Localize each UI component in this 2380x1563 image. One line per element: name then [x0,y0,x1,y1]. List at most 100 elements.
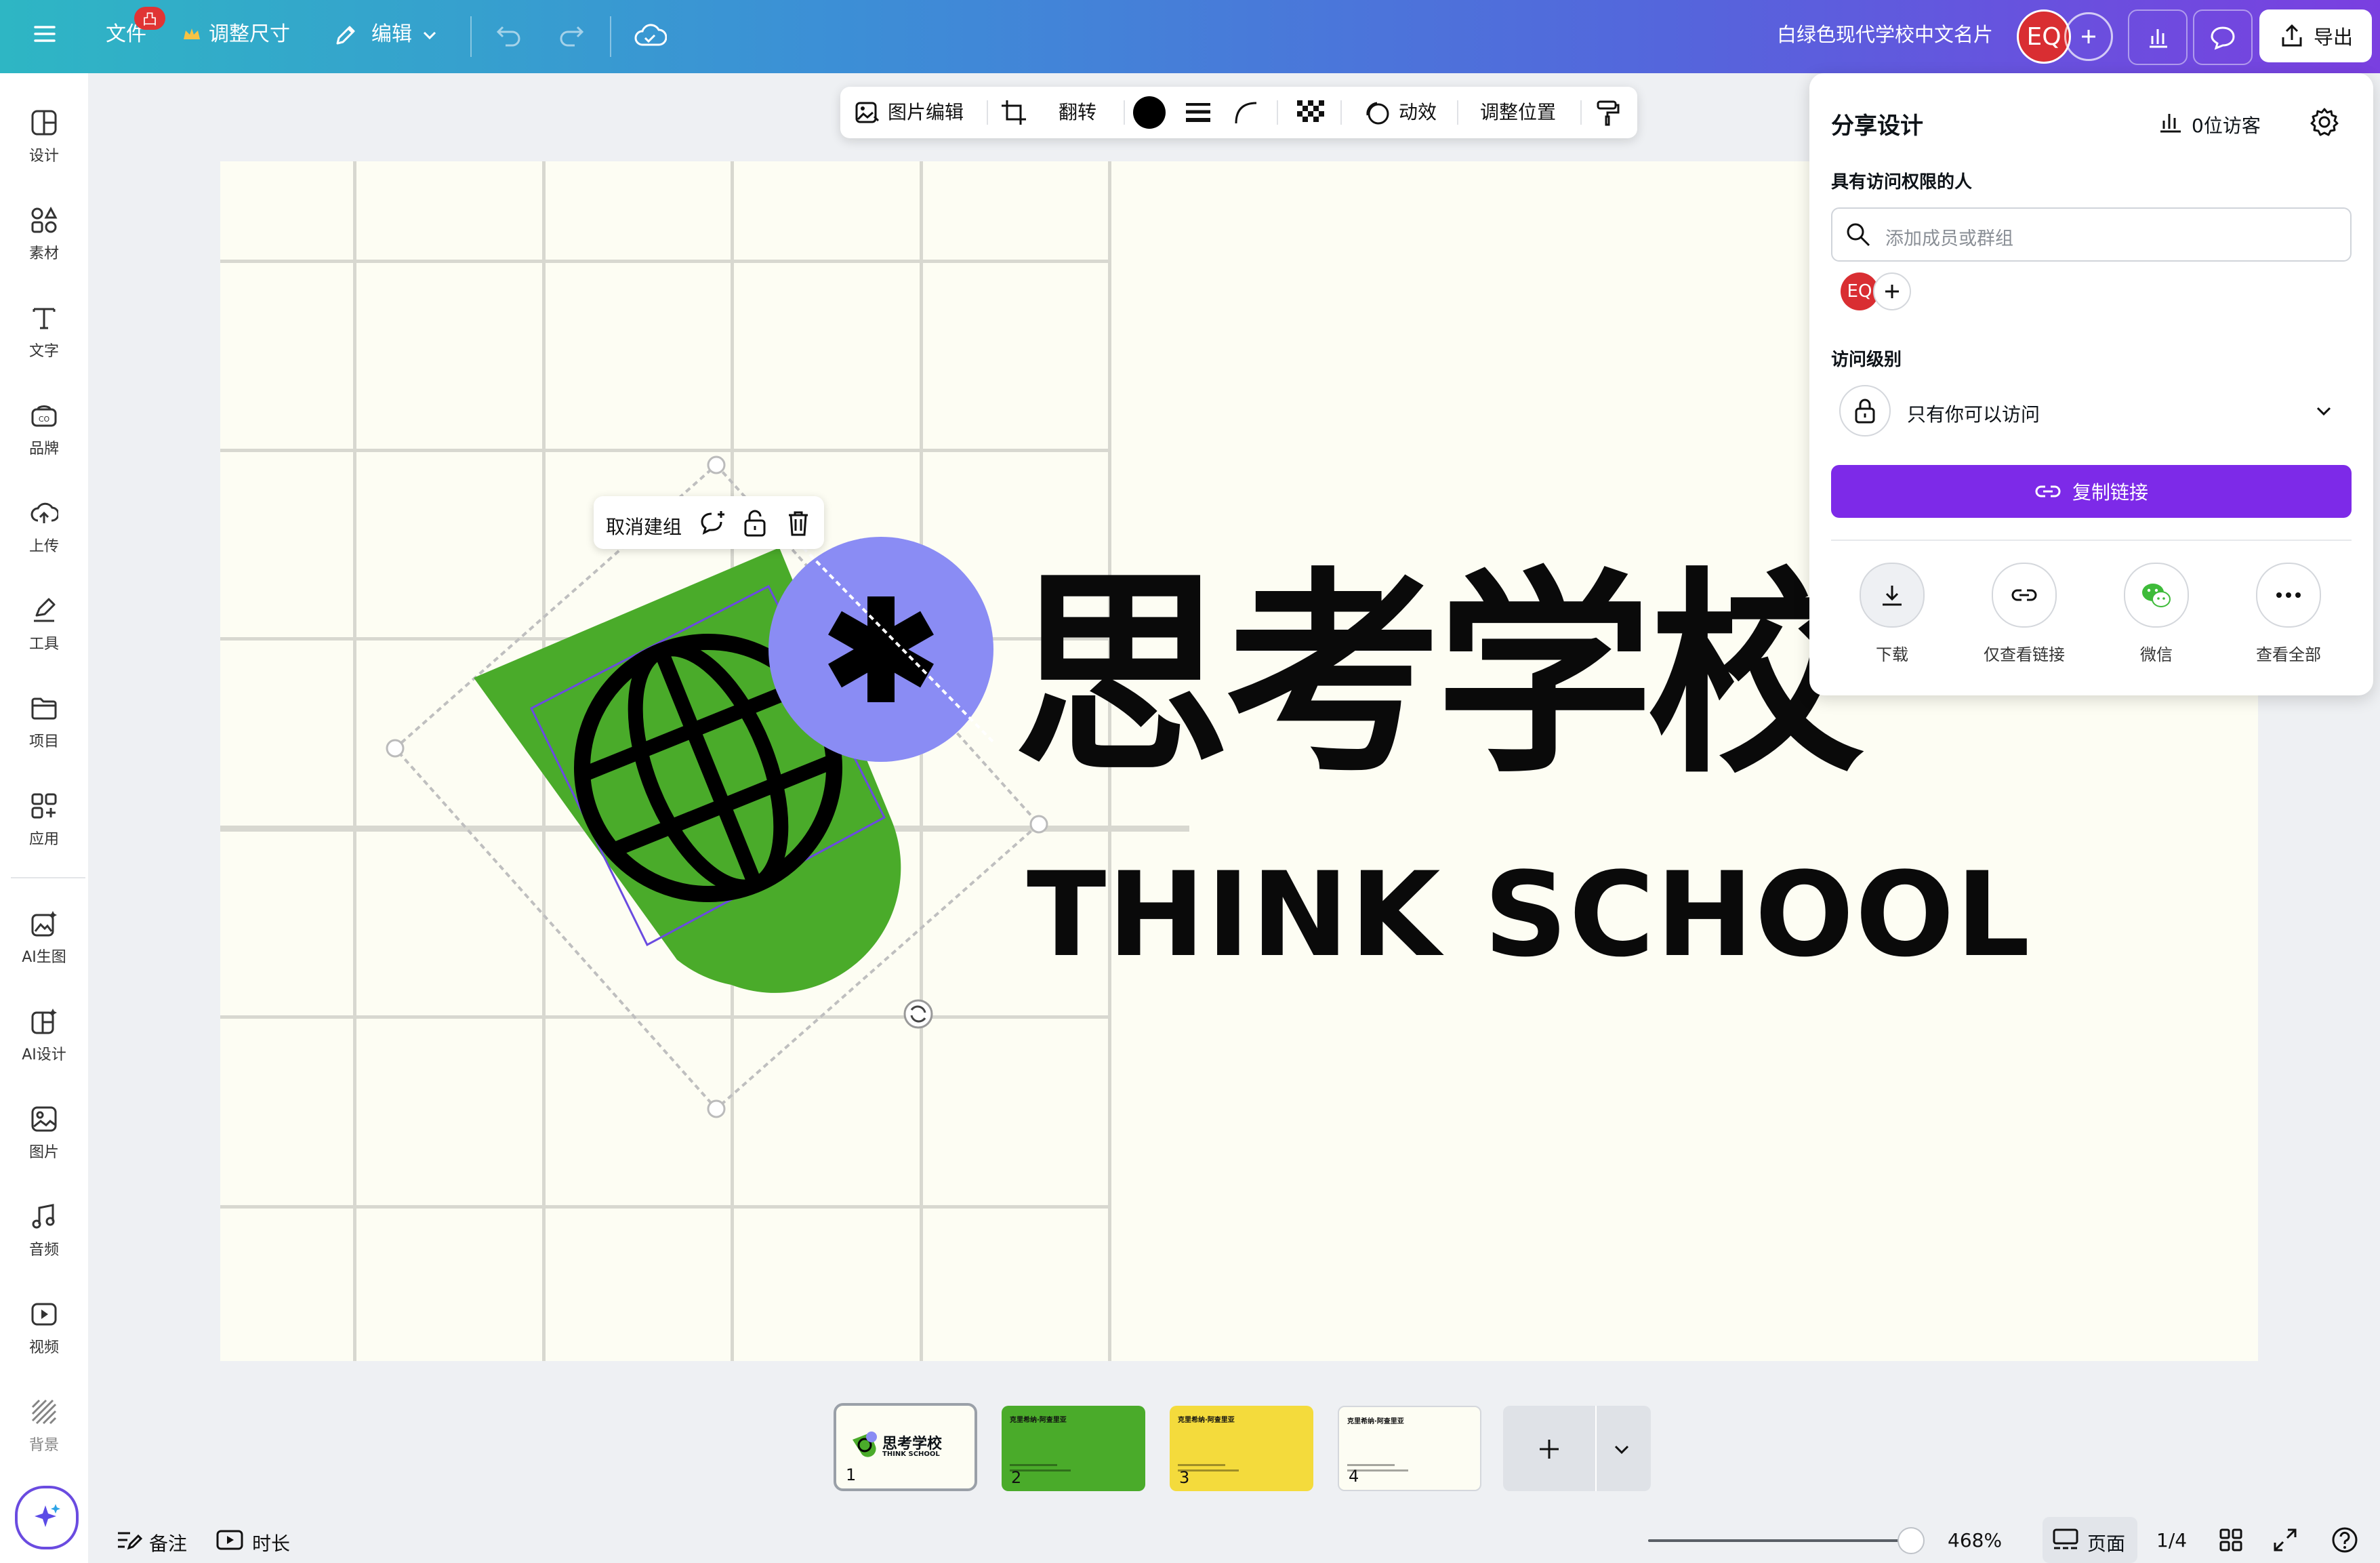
fullscreen-icon[interactable] [2273,1528,2297,1552]
help-icon[interactable] [2331,1526,2358,1554]
sidebar-item-photos[interactable]: 图片 [0,1090,88,1178]
resize-handle [707,1099,726,1118]
upload-icon [2282,24,2302,47]
pencil-icon [332,22,359,49]
paint-roller-icon[interactable] [1594,99,1621,126]
add-page-button[interactable] [1503,1406,1651,1491]
divider [1277,100,1278,125]
pages-view-button[interactable]: 页面 [2043,1517,2137,1563]
chevron-down-icon [1614,1445,1629,1455]
cloud-saved-icon[interactable] [633,20,667,50]
border-weight-icon[interactable] [1185,100,1212,125]
transparency-icon[interactable] [1297,100,1324,125]
avatar[interactable]: EQ [2017,9,2071,64]
sidebar-item-projects[interactable]: 项目 [0,679,88,767]
divider [1831,540,2352,541]
people-label: 具有访问权限的人 [1831,172,1973,192]
page-thumbnail-2[interactable]: 克里希纳·阿查里亚 2 [1002,1406,1145,1491]
member-avatars: EQ [1841,272,1911,310]
view-only-link-action[interactable]: 仅查看链接 [1973,563,2075,665]
sidebar-item-audio[interactable]: 音频 [0,1188,88,1276]
divider [1580,100,1582,125]
access-level-select[interactable]: 只有你可以访问 [1839,385,2349,437]
pages-icon [2053,1528,2078,1549]
page-thumbnail-3[interactable]: 克里希纳·阿查里亚 3 [1170,1406,1313,1491]
title-english[interactable]: THINK SCHOOL [1027,857,2031,973]
apps-icon [31,793,57,819]
lock-icon [1839,385,1891,437]
sidebar-item-background[interactable]: 背景 [0,1383,88,1471]
sidebar-item-tools[interactable]: 工具 [0,582,88,670]
sidebar-item-design[interactable]: 设计 [0,94,88,182]
document-title[interactable]: 白绿色现代学校中文名片 [1777,24,1993,45]
trash-icon[interactable] [786,510,811,537]
undo-icon[interactable] [495,22,525,49]
chevron-down-icon[interactable] [420,26,439,45]
download-action[interactable]: 下载 [1841,563,1943,665]
member-search-input[interactable]: 添加成员或群组 [1831,207,2352,262]
layout-icon [31,110,57,136]
duration-button[interactable]: 时长 [252,1529,290,1556]
zoom-slider-handle[interactable] [1897,1527,1925,1554]
zoom-level[interactable]: 468% [1948,1529,2002,1551]
comments-button[interactable] [2193,9,2253,65]
timer-icon [216,1528,244,1552]
link-icon [2035,485,2061,498]
corner-rounding-icon[interactable] [1233,100,1260,125]
gear-icon[interactable] [2310,107,2339,137]
background-icon [31,1399,57,1425]
page-thumbnail-1[interactable]: 思考学校 THINK SCHOOL 1 [834,1403,977,1491]
image-edit-button[interactable]: 图片编辑 [888,102,964,123]
text-icon [33,308,56,329]
pen-tool-icon [34,598,56,622]
resize-button[interactable]: 调整尺寸 [209,24,290,45]
comment-add-icon[interactable] [699,510,726,537]
sidebar-item-brand[interactable]: CO 品牌 [0,386,88,474]
left-sidebar: 设计 素材 文字 CO 品牌 上传 工具 项目 应用 AI生图 AI设计 图片 [0,73,88,1563]
title-chinese[interactable]: 思考学校 [1013,568,1864,785]
sidebar-item-ai-design[interactable]: AI设计 [0,992,88,1080]
menu-icon[interactable] [31,20,58,47]
color-swatch[interactable] [1133,96,1166,129]
magic-assistant-button[interactable] [15,1486,79,1549]
crop-icon[interactable] [1000,99,1027,126]
notes-button[interactable]: 备注 [149,1529,187,1556]
more-icon [2256,563,2321,628]
edit-menu[interactable]: 编辑 [371,24,412,45]
brand-icon: CO [31,405,57,427]
insights-button[interactable] [2128,9,2188,65]
grid-line [220,1205,1108,1209]
redo-icon[interactable] [556,22,586,49]
notes-icon [115,1528,142,1552]
animate-button[interactable]: 动效 [1399,102,1437,123]
ungroup-button[interactable]: 取消建组 [606,512,682,540]
divider [1340,100,1342,125]
copy-link-button[interactable]: 复制链接 [1831,465,2352,518]
sidebar-item-text[interactable]: 文字 [0,289,88,377]
sidebar-item-video[interactable]: 视频 [0,1285,88,1373]
export-button[interactable]: 导出 [2259,9,2372,62]
wechat-action[interactable]: 微信 [2106,563,2207,665]
music-icon [32,1204,55,1229]
lock-icon[interactable] [743,510,767,537]
ai-image-icon [31,911,57,937]
sparkle-icon [35,1504,60,1527]
resize-handle [707,455,726,474]
folder-icon [31,697,57,720]
sidebar-item-upload[interactable]: 上传 [0,484,88,572]
sidebar-item-ai-image[interactable]: AI生图 [0,895,88,983]
add-member-button[interactable] [1873,272,1911,310]
plus-icon [1540,1440,1559,1459]
page-thumbnail-4[interactable]: 克里希纳·阿查里亚 4 [1338,1406,1481,1491]
visitors-count[interactable]: 0位访客 [2192,111,2261,138]
sidebar-item-elements[interactable]: 素材 [0,191,88,279]
sidebar-item-apps[interactable]: 应用 [0,777,88,865]
divider [1124,100,1125,125]
flip-button[interactable]: 翻转 [1059,102,1096,123]
add-collaborator-button[interactable] [2064,12,2113,61]
see-all-action[interactable]: 查看全部 [2238,563,2339,665]
animate-icon [1363,99,1391,126]
access-level-label: 访问级别 [1831,350,1902,370]
grid-view-icon[interactable] [2219,1528,2243,1552]
position-button[interactable]: 调整位置 [1480,102,1556,123]
